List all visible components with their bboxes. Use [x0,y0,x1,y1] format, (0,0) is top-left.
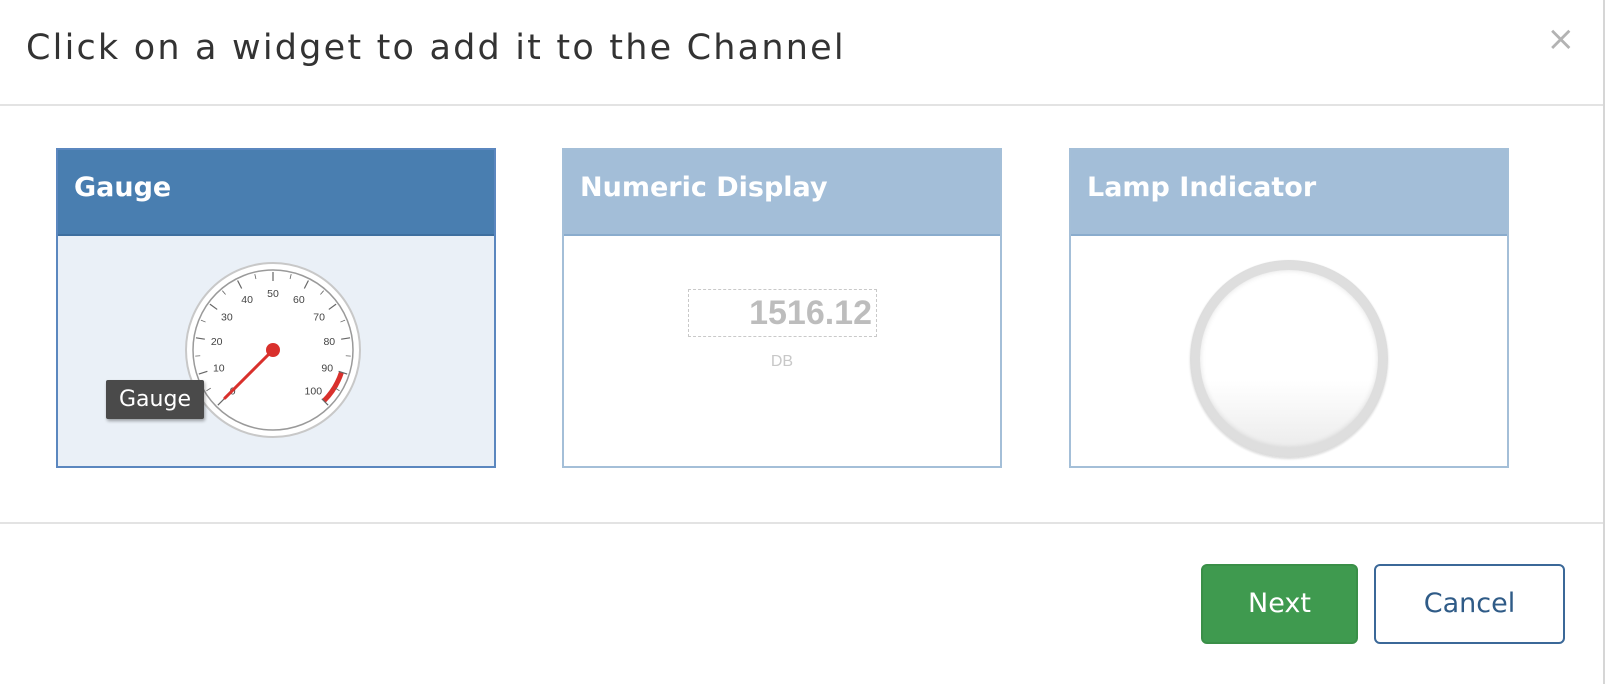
lamp-lens [1200,270,1378,448]
gauge-tick-label: 70 [313,311,325,323]
widget-card-preview: 0102030405060708090100 Gauge [58,236,494,466]
gauge-tick-label: 10 [213,363,225,375]
numeric-value: 1516.12 [688,289,877,337]
gauge-tick-label: 40 [241,294,253,306]
next-button[interactable]: Next [1201,564,1358,644]
numeric-unit: DB [770,353,794,370]
widget-card-title: Numeric Display [564,150,1000,236]
dialog-title: Click on a widget to add it to the Chann… [26,28,846,68]
dialog-header: Click on a widget to add it to the Chann… [0,0,1603,106]
widget-card-numeric-display[interactable]: Numeric Display 1516.12 DB [562,148,1002,468]
dialog-footer: Next Cancel [0,522,1603,684]
dialog-body: Gauge 0102030405060708090100 Gauge Numer… [0,106,1603,522]
gauge-tooltip: Gauge [106,380,204,419]
widget-card-lamp-indicator[interactable]: Lamp Indicator [1069,148,1509,468]
widget-card-preview [1071,236,1507,466]
gauge-tick-label: 100 [305,385,323,397]
add-widget-dialog: Click on a widget to add it to the Chann… [0,0,1605,684]
widget-card-title: Lamp Indicator [1071,150,1507,236]
widget-card-title: Gauge [58,150,494,236]
gauge-tick-label: 50 [267,288,279,300]
close-icon[interactable]: × [1547,22,1576,56]
cancel-button[interactable]: Cancel [1374,564,1565,644]
widget-card-gauge[interactable]: Gauge 0102030405060708090100 Gauge [56,148,496,468]
gauge-needle-hub [266,343,280,357]
gauge-tick-label: 30 [221,311,233,323]
gauge-preview: 0102030405060708090100 [185,262,361,438]
lamp-icon [1190,260,1388,458]
gauge-tick-label: 90 [321,363,333,375]
widget-card-preview: 1516.12 DB [564,236,1000,466]
gauge-tick-label: 80 [323,336,335,348]
gauge-tick-label: 60 [293,294,305,306]
gauge-tick-label: 20 [211,336,223,348]
